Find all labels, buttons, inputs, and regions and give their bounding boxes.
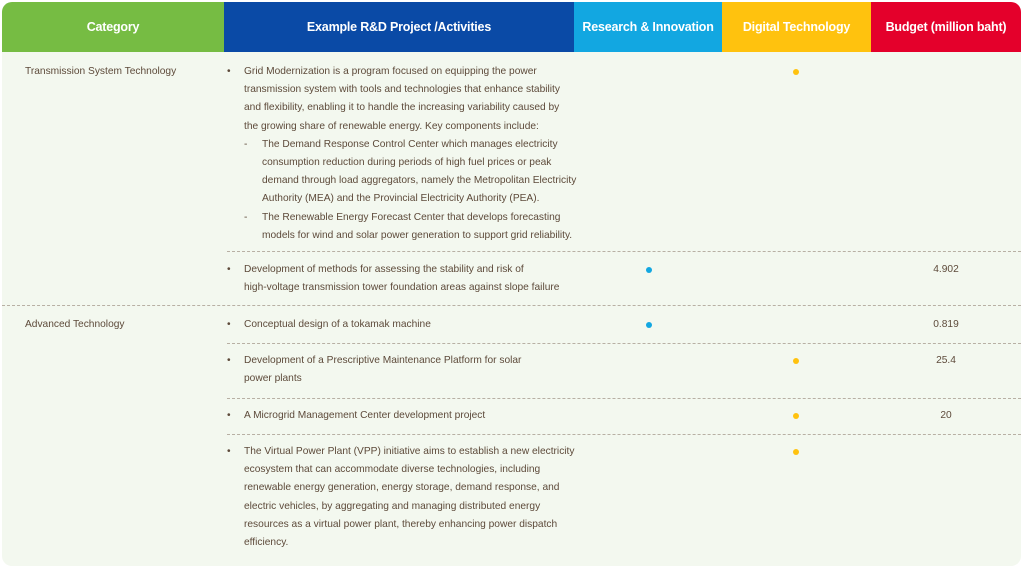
project-line: Development of methods for assessing the… <box>244 264 524 275</box>
research-marker-dot <box>646 267 652 273</box>
project-line: high-voltage transmission tower foundati… <box>244 282 560 294</box>
dash-icon: - <box>244 211 248 223</box>
bullet-icon: • <box>227 66 231 77</box>
category-label: Transmission System Technology <box>25 66 177 77</box>
row-divider <box>2 305 1021 306</box>
project-line: electric vehicles, by aggregating and ma… <box>244 500 541 512</box>
project-line: efficiency. <box>244 537 289 549</box>
project-line: Development of a Prescriptive Maintenanc… <box>244 355 522 366</box>
header-example-projects: Example R&D Project /Activities <box>224 2 574 52</box>
project-item: • A Microgrid Management Center developme… <box>227 407 579 425</box>
digital-marker-dot <box>793 449 799 455</box>
budget-value: 0.819 <box>933 319 959 330</box>
subitem-line: The Demand Response Control Center which… <box>262 138 558 150</box>
bullet-icon: • <box>227 264 231 275</box>
project-line: power plants <box>244 373 302 385</box>
budget-value: 25.4 <box>936 355 956 366</box>
project-line: ecosystem that can accommodate diverse t… <box>244 464 541 476</box>
project-divider <box>227 251 1021 252</box>
digital-marker-dot <box>793 358 799 364</box>
budget-value: 20 <box>940 410 952 421</box>
dash-icon: - <box>244 138 248 150</box>
project-divider <box>227 398 1021 399</box>
project-divider <box>227 343 1021 344</box>
subitem-line: demand through load aggregators, namely … <box>262 175 577 187</box>
budget-value: 4.902 <box>933 264 959 275</box>
digital-marker-dot <box>793 69 799 75</box>
project-item: • Development of methods for assessing th… <box>227 261 579 297</box>
category-label: Advanced Technology <box>25 319 125 330</box>
project-subitem: - The Renewable Energy Forecast Center th… <box>244 209 579 245</box>
subitem-line: Authority (MEA) and the Provincial Elect… <box>262 193 540 205</box>
header-category: Category <box>2 2 224 52</box>
project-line: transmission system with tools and techn… <box>244 84 560 96</box>
digital-marker-dot <box>793 413 799 419</box>
project-line: A Microgrid Management Center developmen… <box>244 410 486 421</box>
project-item: • Conceptual design of a tokamak machine <box>227 316 579 334</box>
table-header: Category Example R&D Project /Activities… <box>2 2 1021 52</box>
project-line: resources as a virtual power plant, ther… <box>244 518 558 530</box>
research-marker-dot <box>646 322 652 328</box>
project-divider <box>227 434 1021 435</box>
project-line: Grid Modernization is a program focused … <box>244 66 537 77</box>
project-item: • Grid Modernization is a program focused… <box>227 63 579 245</box>
project-item: • The Virtual Power Plant (VPP) initiativ… <box>227 443 579 552</box>
header-budget: Budget (million baht) <box>871 2 1021 52</box>
header-research-innovation: Research & Innovation <box>574 2 722 52</box>
bullet-icon: • <box>227 446 231 457</box>
project-line: and flexibility, enabling it to handle t… <box>244 102 560 114</box>
subitem-line: consumption reduction during periods of … <box>262 157 552 169</box>
project-line: The Virtual Power Plant (VPP) initiative… <box>244 446 575 457</box>
subitem-line: The Renewable Energy Forecast Center tha… <box>262 211 561 223</box>
project-subitem: - The Demand Response Control Center whic… <box>244 136 579 209</box>
bullet-icon: • <box>227 355 231 366</box>
rnd-table: Category Example R&D Project /Activities… <box>2 2 1021 566</box>
project-line: Conceptual design of a tokamak machine <box>244 319 431 330</box>
header-digital-technology: Digital Technology <box>722 2 871 52</box>
subitem-line: models for wind and solar power generati… <box>262 229 573 241</box>
project-line: renewable energy generation, energy stor… <box>244 482 560 494</box>
bullet-icon: • <box>227 410 231 421</box>
project-item: • Development of a Prescriptive Maintenan… <box>227 352 579 388</box>
project-line: the growing share of renewable energy. K… <box>244 120 539 132</box>
bullet-icon: • <box>227 319 231 330</box>
